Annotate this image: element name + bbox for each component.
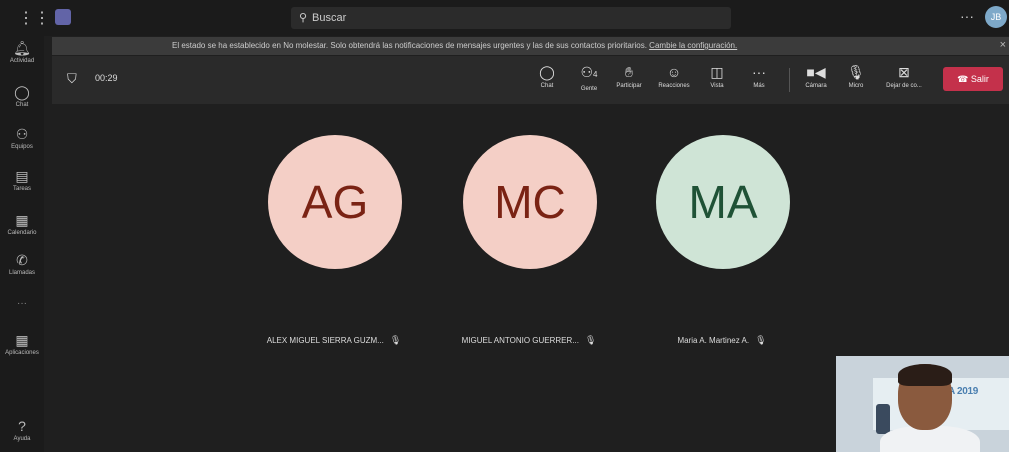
tasks-icon: ▤ xyxy=(15,168,29,184)
people-icon: ⚇4 xyxy=(580,64,598,80)
person-hair xyxy=(898,364,952,386)
meeting-toolbar: ⛉ 00:29 ◯ Chat ⚇4 Gente ✋︎ Participar ☺ … xyxy=(52,56,1009,104)
layout-icon: ◫ xyxy=(710,64,724,80)
help-icon: ? xyxy=(18,418,26,434)
rail-item-help[interactable]: ? Ayuda xyxy=(0,418,44,442)
close-icon[interactable]: × xyxy=(1000,39,1006,51)
share-button[interactable]: ⊠ Dejar de co... xyxy=(878,64,930,89)
more-button[interactable]: ··· Más xyxy=(744,64,774,89)
rail-item-chat[interactable]: ◯ Chat xyxy=(0,84,44,108)
search-icon: ⚲ xyxy=(299,12,308,24)
microphone-icon: 🎙︎ xyxy=(389,335,402,345)
shield-icon: ⛉ xyxy=(67,71,77,86)
hand-icon: ✋︎ xyxy=(625,64,633,80)
more-icon: ··· xyxy=(752,64,766,80)
avatar: AG xyxy=(268,135,402,269)
more-apps-icon[interactable]: ··· xyxy=(0,298,44,309)
meeting-timer: 00:29 xyxy=(95,73,118,83)
chat-button[interactable]: ◯ Chat xyxy=(533,64,561,89)
leave-button[interactable]: ☎︎ Salir xyxy=(943,67,1003,91)
rail-item-apps[interactable]: ▦ Aplicaciones xyxy=(0,332,44,356)
rail-item-tasks[interactable]: ▤ Tareas xyxy=(0,168,44,192)
toolbar-divider xyxy=(789,68,790,92)
bell-icon: 🔔︎ xyxy=(13,40,31,56)
notification-banner: El estado se ha establecido en No molest… xyxy=(52,37,1009,55)
rail-item-teams[interactable]: ⚇ Equipos xyxy=(0,126,44,150)
view-button[interactable]: ◫ Vista xyxy=(702,64,732,89)
microphone-icon: 🎙︎ xyxy=(584,335,597,345)
app-launcher-icon[interactable]: ⋮⋮⋮ xyxy=(18,8,66,28)
reactions-button[interactable]: ☺ Reacciones xyxy=(652,64,696,89)
self-video-preview[interactable]: UR A 2019 xyxy=(836,356,1009,452)
participant-name: MIGUEL ANTONIO GUERRER... 🎙︎ xyxy=(461,335,597,345)
mic-button[interactable]: 🎙︎ Micro xyxy=(842,64,870,89)
chat-icon: ◯ xyxy=(14,84,30,100)
banner-settings-link[interactable]: Cambie la configuración. xyxy=(649,41,737,50)
camera-icon: ■◀ xyxy=(806,64,826,80)
top-bar: ⋮⋮⋮ ⚲ Buscar ··· JB xyxy=(0,0,1009,36)
search-input[interactable]: ⚲ Buscar xyxy=(291,7,731,29)
phone-hangup-icon: ☎︎ xyxy=(957,74,969,84)
raise-hand-button[interactable]: ✋︎ Participar xyxy=(610,64,648,89)
calendar-icon: ▦ xyxy=(15,212,29,228)
apps-icon: ▦ xyxy=(15,332,29,348)
rail-item-activity[interactable]: 🔔︎ Actividad xyxy=(0,40,44,64)
chat-icon: ◯ xyxy=(539,64,555,80)
search-placeholder: Buscar xyxy=(312,12,347,24)
people-count: 4 xyxy=(593,70,598,79)
teams-icon: ⚇ xyxy=(15,126,29,142)
more-options-icon[interactable]: ··· xyxy=(960,8,974,24)
microphone-icon: 🎙︎ xyxy=(755,335,767,345)
teams-logo-icon xyxy=(55,9,71,25)
microphone-object xyxy=(876,404,890,434)
participant-name: ALEX MIGUEL SIERRA GUZM... 🎙︎ xyxy=(266,335,402,345)
banner-message: El estado se ha establecido en No molest… xyxy=(172,41,647,50)
avatar: MA xyxy=(656,135,790,269)
rail-item-calls[interactable]: ✆ Llamadas xyxy=(0,252,44,276)
people-button[interactable]: ⚇4 Gente xyxy=(572,64,606,92)
stop-share-icon: ⊠ xyxy=(898,64,910,80)
phone-icon: ✆ xyxy=(16,252,28,268)
camera-button[interactable]: ■◀ Cámara xyxy=(798,64,834,89)
avatar: MC xyxy=(463,135,597,269)
rail-item-calendar[interactable]: ▦ Calendario xyxy=(0,212,44,236)
app-rail: 🔔︎ Actividad ◯ Chat ⚇ Equipos ▤ Tareas ▦… xyxy=(0,36,44,452)
smile-icon: ☺ xyxy=(666,64,682,80)
microphone-icon: 🎙︎ xyxy=(847,64,865,80)
participant-name: Maria A. Martinez A. 🎙︎ xyxy=(677,335,767,345)
avatar[interactable]: JB xyxy=(985,6,1007,28)
person-body xyxy=(880,426,980,452)
